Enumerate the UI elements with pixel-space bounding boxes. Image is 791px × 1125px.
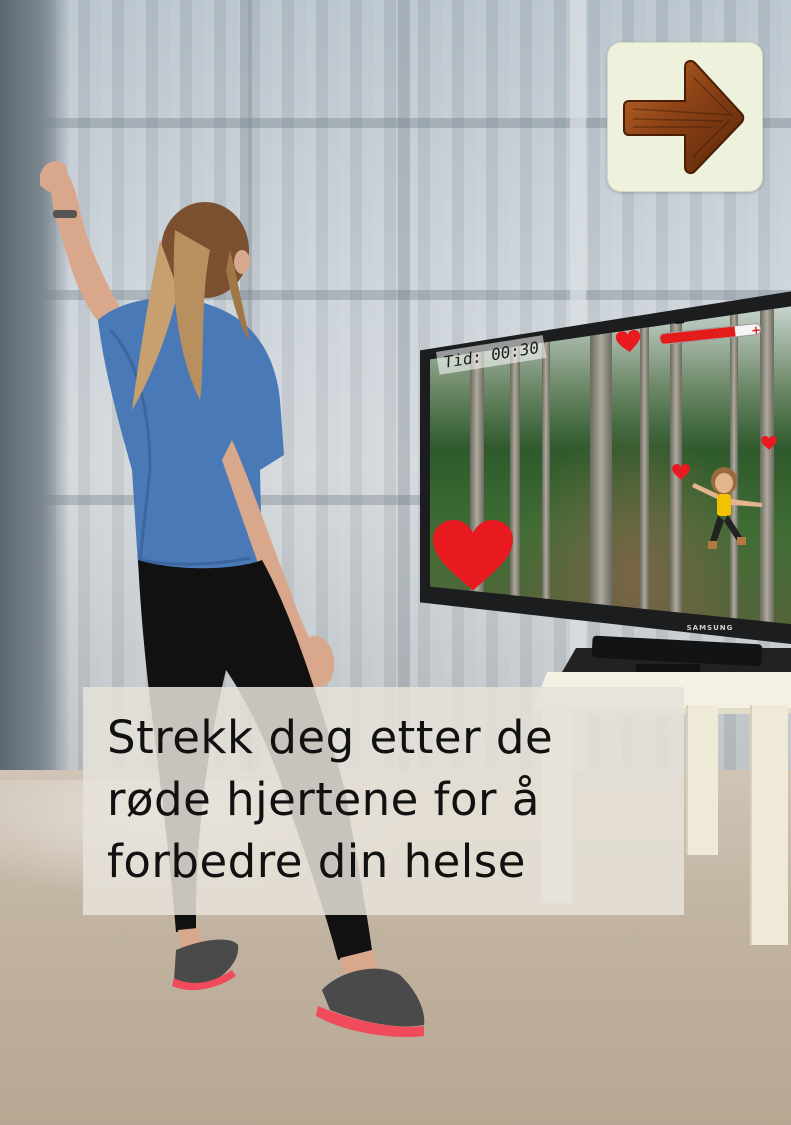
caption-line: Strekk deg etter de — [107, 711, 554, 764]
tv-brand-label: SAMSUNG — [686, 624, 734, 632]
wooden-arrow-right-icon — [623, 59, 745, 175]
table-leg — [686, 705, 718, 855]
heart-target-small[interactable] — [761, 436, 777, 450]
next-arrow-button[interactable] — [607, 42, 763, 192]
caption-text: Strekk deg etter de røde hjertene for å … — [107, 707, 677, 893]
caption-line: forbedre din helse — [107, 835, 526, 888]
health-minus-label: − — [673, 314, 687, 332]
heart-target-small[interactable] — [672, 464, 690, 480]
photo-scene: Tid: 00:30 − + SAMSUNG Strekk deg etter … — [0, 0, 791, 1125]
heart-target-large[interactable] — [433, 520, 513, 592]
health-bar-fill — [659, 326, 736, 345]
tree — [590, 305, 612, 625]
health-heart-icon — [615, 330, 641, 353]
game-avatar — [692, 467, 762, 549]
health-plus-label: + — [750, 322, 762, 338]
caption-line: røde hjertene for å — [107, 773, 540, 826]
instruction-caption: Strekk deg etter de røde hjertene for å … — [83, 687, 684, 915]
table-leg — [750, 705, 788, 945]
